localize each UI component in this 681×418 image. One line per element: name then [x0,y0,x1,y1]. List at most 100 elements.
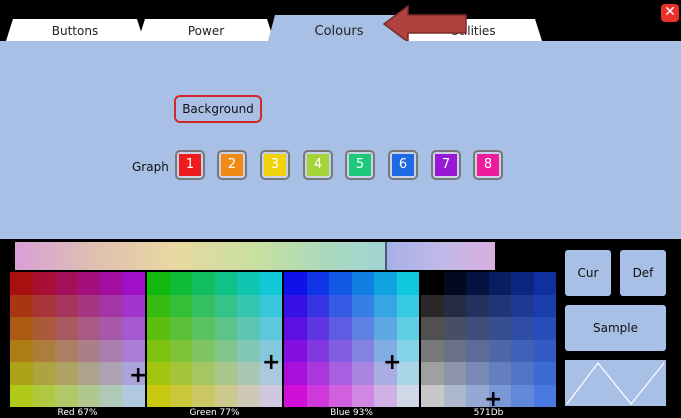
green-grid-cell[interactable] [237,339,260,362]
graph-colour-button-6[interactable]: 6 [388,150,418,180]
blue-grid-cell[interactable] [284,362,307,385]
green-grid-cell[interactable] [169,339,192,362]
green-grid-cell[interactable] [259,294,282,317]
green-grid-cell[interactable] [147,339,170,362]
tab-buttons[interactable]: Buttons [6,19,144,41]
green-grid-cell[interactable] [259,384,282,407]
green-grid-cell[interactable] [192,362,215,385]
blue-grid-cell[interactable] [329,339,352,362]
dark-grid-cell[interactable] [533,272,556,295]
green-grid-cell[interactable] [214,294,237,317]
green-grid-cell[interactable] [192,339,215,362]
blue-grid-cell[interactable] [351,317,374,340]
blue-grid-cell[interactable] [329,272,352,295]
red-grid-cell[interactable] [32,272,55,295]
red-grid-cell[interactable] [100,317,123,340]
blue-grid-cell[interactable] [374,294,397,317]
green-grid-cell[interactable] [147,294,170,317]
dark-grid-cell[interactable] [466,272,489,295]
green-grid-cell[interactable] [147,317,170,340]
green-grid-cell[interactable] [259,317,282,340]
dark-grid-cell[interactable] [443,294,466,317]
red-grid-cell[interactable] [55,362,78,385]
dark-grid-cell[interactable] [466,362,489,385]
green-grid-cell[interactable] [147,384,170,407]
dark-grid-cell[interactable] [488,362,511,385]
green-grid-cell[interactable] [169,362,192,385]
red-grid-cell[interactable] [32,384,55,407]
graph-colour-button-8[interactable]: 8 [473,150,503,180]
red-grid-cell[interactable] [55,272,78,295]
sample-button[interactable]: Sample [565,305,666,351]
green-grid-cell[interactable] [147,272,170,295]
blue-grid-cell[interactable] [306,384,329,407]
green-grid-cell[interactable] [169,317,192,340]
dark-grid-cell[interactable] [421,362,444,385]
red-grid-cell[interactable] [55,384,78,407]
blue-grid-cell[interactable] [351,384,374,407]
green-grid-cell[interactable] [214,317,237,340]
dark-grid-cell[interactable] [443,362,466,385]
blue-grid-cell[interactable] [306,339,329,362]
blue-grid-cell[interactable] [396,384,419,407]
green-grid-cell[interactable] [192,317,215,340]
tab-power[interactable]: Power [138,19,274,41]
red-grid-cell[interactable] [32,339,55,362]
blue-grid-cell[interactable] [351,294,374,317]
def-button[interactable]: Def [620,250,666,296]
blue-grid-cell[interactable] [329,294,352,317]
red-grid-cell[interactable] [122,317,145,340]
dark-grid-cell[interactable] [511,339,534,362]
dark-grid-cell[interactable] [421,384,444,407]
red-grid-cell[interactable] [100,362,123,385]
dark-grid-cell[interactable] [443,384,466,407]
dark-grid-cell[interactable] [488,272,511,295]
red-grid-cell[interactable] [10,272,33,295]
blue-grid-cell[interactable] [351,362,374,385]
dark-grid-cell[interactable] [421,317,444,340]
red-grid-cell[interactable] [100,339,123,362]
dark-grid-cell[interactable] [466,317,489,340]
dark-grid-cell[interactable] [533,317,556,340]
dark-grid-cell[interactable] [443,339,466,362]
dark-grid-cell[interactable] [511,294,534,317]
red-grid-cell[interactable] [77,272,100,295]
red-colour-grid[interactable] [10,272,145,407]
blue-grid-cell[interactable] [329,384,352,407]
red-grid-cell[interactable] [77,384,100,407]
close-icon[interactable]: ✕ [661,4,679,22]
red-grid-cell[interactable] [100,294,123,317]
green-grid-cell[interactable] [169,294,192,317]
blue-grid-cell[interactable] [374,272,397,295]
blue-grid-cell[interactable] [351,272,374,295]
dark-grid-cell[interactable] [421,294,444,317]
green-grid-cell[interactable] [237,272,260,295]
red-grid-cell[interactable] [10,294,33,317]
green-grid-cell[interactable] [192,384,215,407]
blue-grid-cell[interactable] [351,339,374,362]
dark-grid-cell[interactable] [511,317,534,340]
dark-grid-cell[interactable] [511,272,534,295]
red-grid-cell[interactable] [100,384,123,407]
green-grid-cell[interactable] [192,272,215,295]
dark-grid-cell[interactable] [488,317,511,340]
red-grid-cell[interactable] [122,339,145,362]
background-button[interactable]: Background [174,95,262,123]
blue-grid-cell[interactable] [306,294,329,317]
red-grid-cell[interactable] [10,362,33,385]
graph-colour-button-4[interactable]: 4 [303,150,333,180]
dark-grid-cell[interactable] [533,384,556,407]
green-grid-cell[interactable] [237,362,260,385]
dark-grid-cell[interactable] [488,294,511,317]
green-grid-cell[interactable] [214,384,237,407]
blue-grid-cell[interactable] [396,272,419,295]
dark-grid-cell[interactable] [511,384,534,407]
dark-grid-cell[interactable] [466,294,489,317]
red-grid-cell[interactable] [55,339,78,362]
green-grid-cell[interactable] [214,339,237,362]
dark-grid-cell[interactable] [533,362,556,385]
dark-grid-cell[interactable] [533,294,556,317]
red-grid-cell[interactable] [100,272,123,295]
dark-grid-cell[interactable] [421,339,444,362]
blue-grid-cell[interactable] [306,317,329,340]
